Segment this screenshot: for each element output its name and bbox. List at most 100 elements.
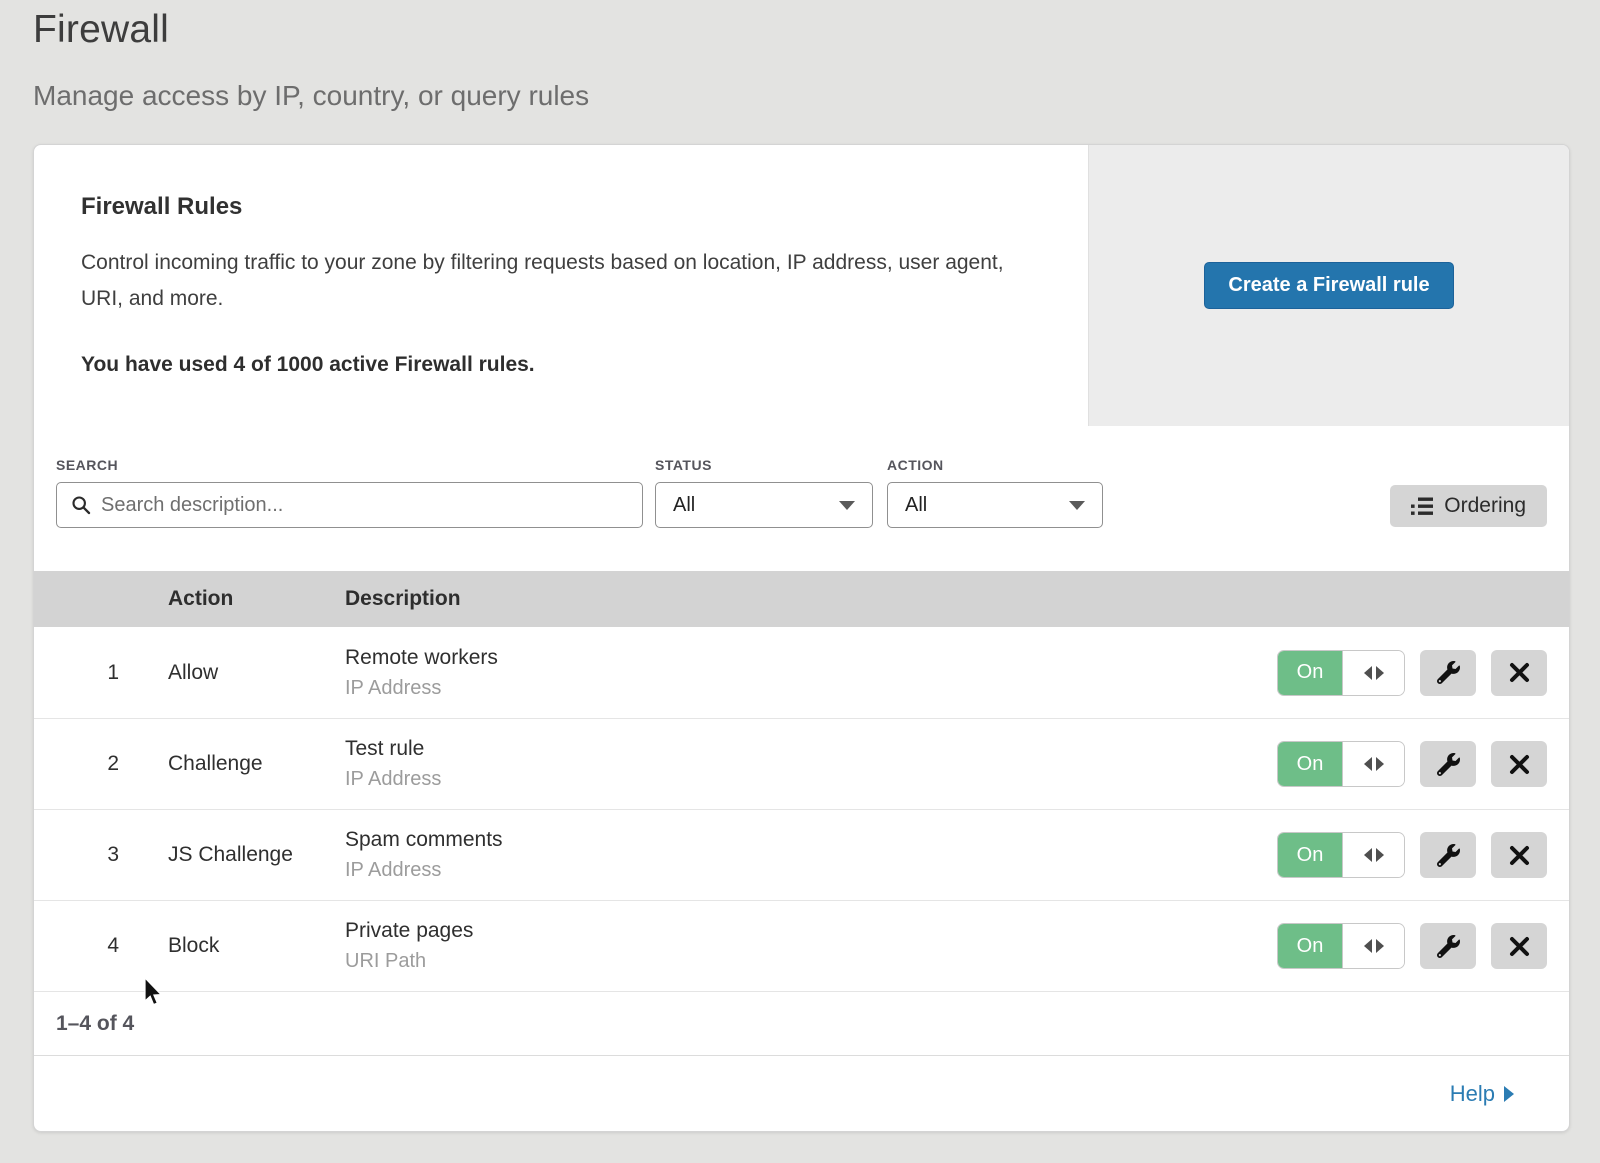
triangle-right-icon bbox=[1376, 757, 1384, 771]
pagination: 1–4 of 4 bbox=[34, 991, 1569, 1055]
firewall-page: Firewall Manage access by IP, country, o… bbox=[0, 0, 1600, 1163]
card-header-action-panel: Create a Firewall rule bbox=[1088, 145, 1569, 426]
toggle-handle[interactable] bbox=[1342, 651, 1404, 695]
pagination-range: 1–4 of 4 bbox=[56, 1012, 134, 1036]
search-filter: SEARCH bbox=[56, 457, 643, 528]
ordering-button[interactable]: Ordering bbox=[1390, 485, 1547, 527]
list-ordering-icon bbox=[1411, 497, 1433, 516]
rule-controls: On bbox=[1277, 923, 1569, 969]
action-select[interactable]: All bbox=[887, 482, 1103, 528]
edit-rule-button[interactable] bbox=[1420, 832, 1476, 878]
toggle-handle[interactable] bbox=[1342, 833, 1404, 877]
toggle-handle[interactable] bbox=[1342, 924, 1404, 968]
rule-priority: 4 bbox=[34, 934, 168, 958]
toggle-state-label[interactable]: On bbox=[1278, 651, 1342, 695]
delete-rule-button[interactable] bbox=[1491, 650, 1547, 696]
firewall-rules-card: Firewall Rules Control incoming traffic … bbox=[33, 144, 1570, 1132]
triangle-right-icon bbox=[1376, 939, 1384, 953]
card-header: Firewall Rules Control incoming traffic … bbox=[34, 145, 1569, 426]
search-label: SEARCH bbox=[56, 457, 643, 473]
triangle-left-icon bbox=[1364, 848, 1372, 862]
delete-rule-button[interactable] bbox=[1491, 741, 1547, 787]
help-link[interactable]: Help bbox=[1450, 1081, 1514, 1107]
rule-description-cell: Spam comments IP Address bbox=[345, 828, 1277, 882]
rule-controls: On bbox=[1277, 832, 1569, 878]
wrench-icon bbox=[1437, 753, 1460, 776]
card-description: Control incoming traffic to your zone by… bbox=[81, 245, 1028, 317]
page-subtitle: Manage access by IP, country, or query r… bbox=[33, 80, 589, 112]
table-row: 1 Allow Remote workers IP Address On bbox=[34, 627, 1569, 718]
wrench-icon bbox=[1437, 661, 1460, 684]
wrench-icon bbox=[1437, 935, 1460, 958]
triangle-left-icon bbox=[1364, 939, 1372, 953]
rule-action: Allow bbox=[168, 661, 345, 685]
rule-priority: 1 bbox=[34, 661, 168, 685]
status-selected-value: All bbox=[673, 494, 695, 517]
usage-summary: You have used 4 of 1000 active Firewall … bbox=[81, 353, 1028, 377]
card-footer: Help bbox=[34, 1055, 1569, 1131]
create-firewall-rule-button[interactable]: Create a Firewall rule bbox=[1204, 262, 1453, 309]
card-header-text: Firewall Rules Control incoming traffic … bbox=[34, 145, 1088, 426]
search-box[interactable] bbox=[56, 482, 643, 528]
card-heading: Firewall Rules bbox=[81, 193, 1028, 221]
chevron-down-icon bbox=[839, 501, 855, 510]
edit-rule-button[interactable] bbox=[1420, 923, 1476, 969]
rule-description: Test rule bbox=[345, 737, 1277, 761]
delete-rule-button[interactable] bbox=[1491, 923, 1547, 969]
rule-description-cell: Remote workers IP Address bbox=[345, 646, 1277, 700]
chevron-down-icon bbox=[1069, 501, 1085, 510]
rule-enabled-toggle[interactable]: On bbox=[1277, 650, 1405, 696]
rule-match-type: URI Path bbox=[345, 950, 1277, 973]
status-label: STATUS bbox=[655, 457, 873, 473]
rule-description-cell: Test rule IP Address bbox=[345, 737, 1277, 791]
toggle-state-label[interactable]: On bbox=[1278, 742, 1342, 786]
page-title: Firewall bbox=[33, 8, 169, 52]
rules-table-body: 1 Allow Remote workers IP Address On bbox=[34, 627, 1569, 991]
toggle-state-label[interactable]: On bbox=[1278, 833, 1342, 877]
action-label: ACTION bbox=[887, 457, 1103, 473]
rule-priority: 3 bbox=[34, 843, 168, 867]
status-filter: STATUS All bbox=[655, 457, 873, 528]
toggle-state-label[interactable]: On bbox=[1278, 924, 1342, 968]
rule-enabled-toggle[interactable]: On bbox=[1277, 741, 1405, 787]
table-row: 2 Challenge Test rule IP Address On bbox=[34, 718, 1569, 809]
close-icon bbox=[1509, 662, 1530, 683]
status-select[interactable]: All bbox=[655, 482, 873, 528]
triangle-left-icon bbox=[1364, 666, 1372, 680]
rule-action: JS Challenge bbox=[168, 843, 345, 867]
close-icon bbox=[1509, 754, 1530, 775]
action-filter: ACTION All bbox=[887, 457, 1103, 528]
help-link-label: Help bbox=[1450, 1081, 1495, 1107]
rule-action: Challenge bbox=[168, 752, 345, 776]
rule-enabled-toggle[interactable]: On bbox=[1277, 923, 1405, 969]
table-row: 4 Block Private pages URI Path On bbox=[34, 900, 1569, 991]
rule-description: Spam comments bbox=[345, 828, 1277, 852]
triangle-right-icon bbox=[1376, 848, 1384, 862]
table-row: 3 JS Challenge Spam comments IP Address … bbox=[34, 809, 1569, 900]
rule-match-type: IP Address bbox=[345, 677, 1277, 700]
toggle-handle[interactable] bbox=[1342, 742, 1404, 786]
rule-action: Block bbox=[168, 934, 345, 958]
close-icon bbox=[1509, 936, 1530, 957]
rule-description: Private pages bbox=[345, 919, 1277, 943]
rule-controls: On bbox=[1277, 650, 1569, 696]
arrow-right-icon bbox=[1504, 1086, 1514, 1102]
table-header: Action Description bbox=[34, 571, 1569, 627]
edit-rule-button[interactable] bbox=[1420, 741, 1476, 787]
column-action: Action bbox=[168, 587, 345, 611]
action-selected-value: All bbox=[905, 494, 927, 517]
column-description: Description bbox=[345, 587, 1547, 611]
wrench-icon bbox=[1437, 844, 1460, 867]
edit-rule-button[interactable] bbox=[1420, 650, 1476, 696]
delete-rule-button[interactable] bbox=[1491, 832, 1547, 878]
triangle-left-icon bbox=[1364, 757, 1372, 771]
triangle-right-icon bbox=[1376, 666, 1384, 680]
search-input[interactable] bbox=[101, 494, 630, 517]
rule-enabled-toggle[interactable]: On bbox=[1277, 832, 1405, 878]
rule-description-cell: Private pages URI Path bbox=[345, 919, 1277, 973]
close-icon bbox=[1509, 845, 1530, 866]
filters-bar: SEARCH STATUS All ACTION bbox=[34, 426, 1569, 571]
rule-controls: On bbox=[1277, 741, 1569, 787]
rule-match-type: IP Address bbox=[345, 859, 1277, 882]
ordering-button-label: Ordering bbox=[1444, 494, 1526, 518]
